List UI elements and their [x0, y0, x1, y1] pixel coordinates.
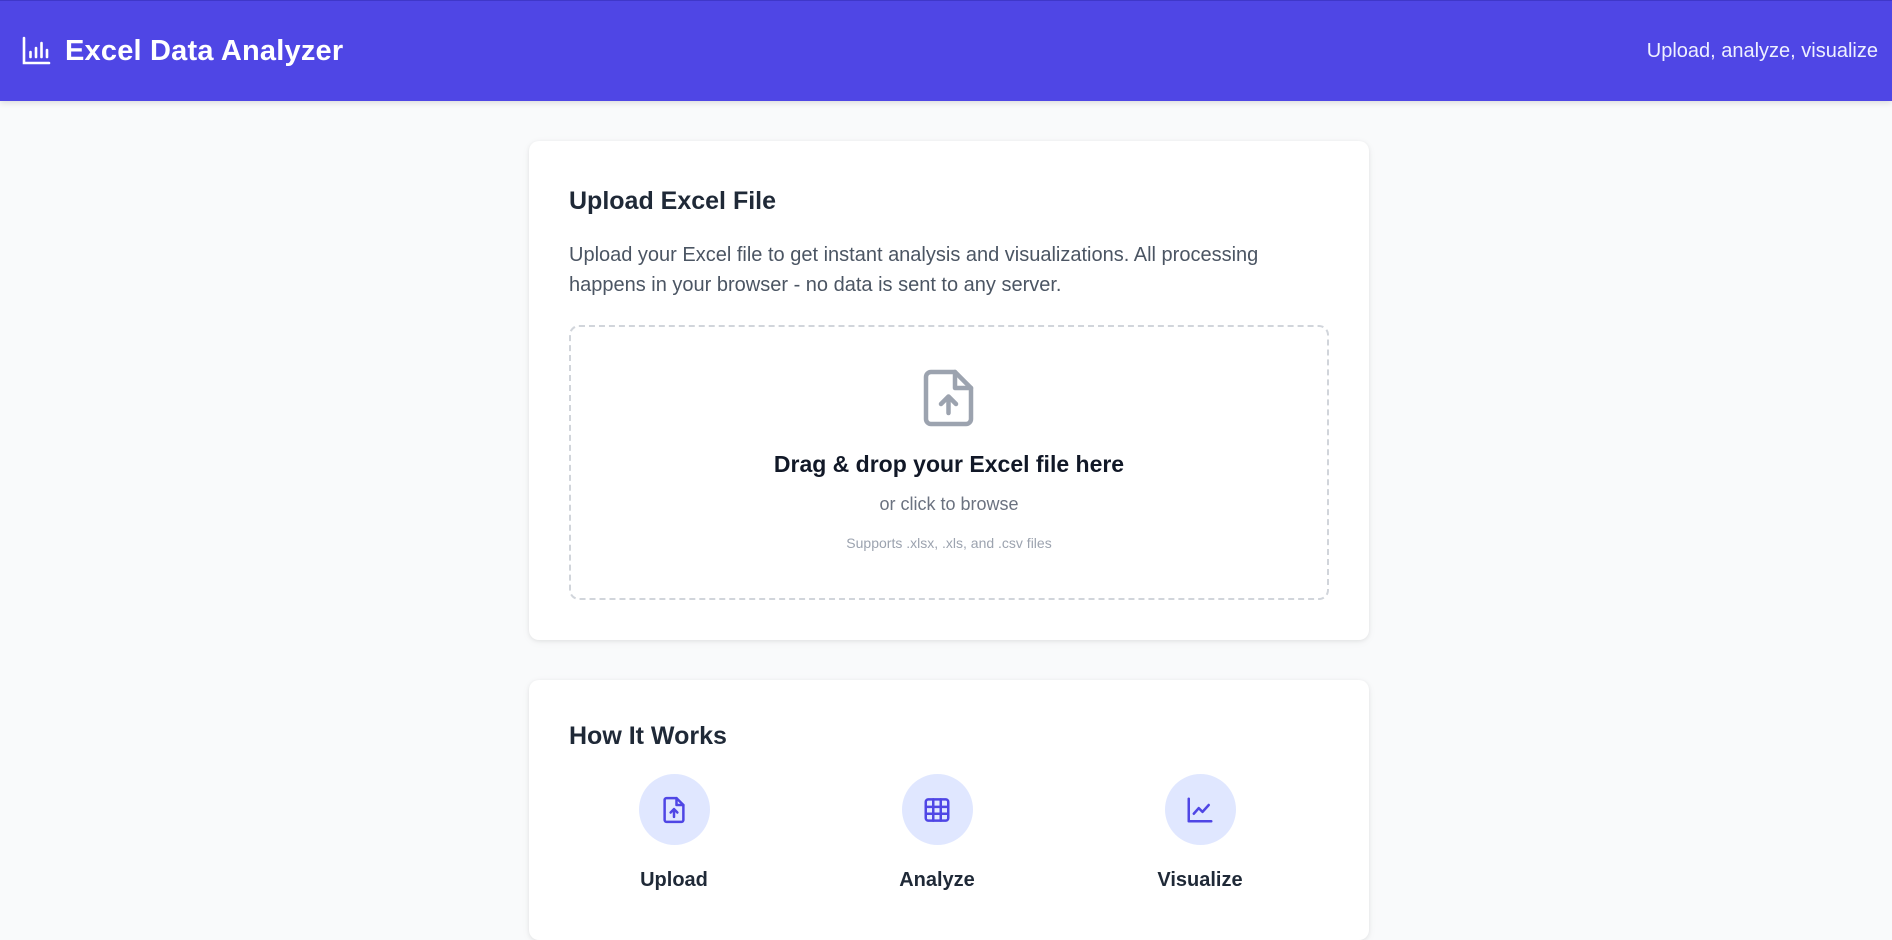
how-it-works-title: How It Works	[569, 722, 727, 750]
step-icon-circle	[638, 774, 710, 845]
header-tagline: Upload, analyze, visualize	[1646, 39, 1878, 62]
upload-card: Upload Excel File Upload your Excel file…	[529, 141, 1369, 640]
step-label: Analyze	[899, 869, 975, 891]
dropzone-supported-formats: Supports .xlsx, .xls, and .csv files	[846, 535, 1052, 551]
line-chart-icon	[1187, 797, 1213, 822]
file-dropzone[interactable]: Drag & drop your Excel file here or clic…	[569, 325, 1329, 600]
app-header: Excel Data Analyzer Upload, analyze, vis…	[0, 0, 1892, 101]
step-icon-circle	[1164, 774, 1236, 845]
file-upload-icon	[663, 796, 685, 823]
brand: Excel Data Analyzer	[20, 35, 343, 68]
upload-card-title: Upload Excel File	[569, 187, 777, 215]
file-upload-icon	[923, 369, 974, 427]
step-label: Visualize	[1157, 869, 1243, 891]
app-title: Excel Data Analyzer	[65, 34, 344, 67]
bar-chart-icon	[22, 36, 51, 65]
table-icon	[924, 797, 950, 822]
how-it-works-card: How It Works Upload Analyze Visualize	[529, 680, 1369, 940]
step-upload: Upload	[574, 774, 774, 892]
upload-card-description: Upload your Excel file to get instant an…	[569, 244, 1259, 296]
dropzone-browse-text[interactable]: or click to browse	[879, 494, 1018, 515]
step-label: Upload	[640, 869, 708, 891]
step-visualize: Visualize	[1100, 774, 1300, 892]
dropzone-title: Drag & drop your Excel file here	[773, 451, 1125, 477]
steps: Upload Analyze Visualize	[569, 774, 1329, 904]
step-analyze: Analyze	[837, 774, 1037, 892]
step-icon-circle	[901, 774, 973, 845]
